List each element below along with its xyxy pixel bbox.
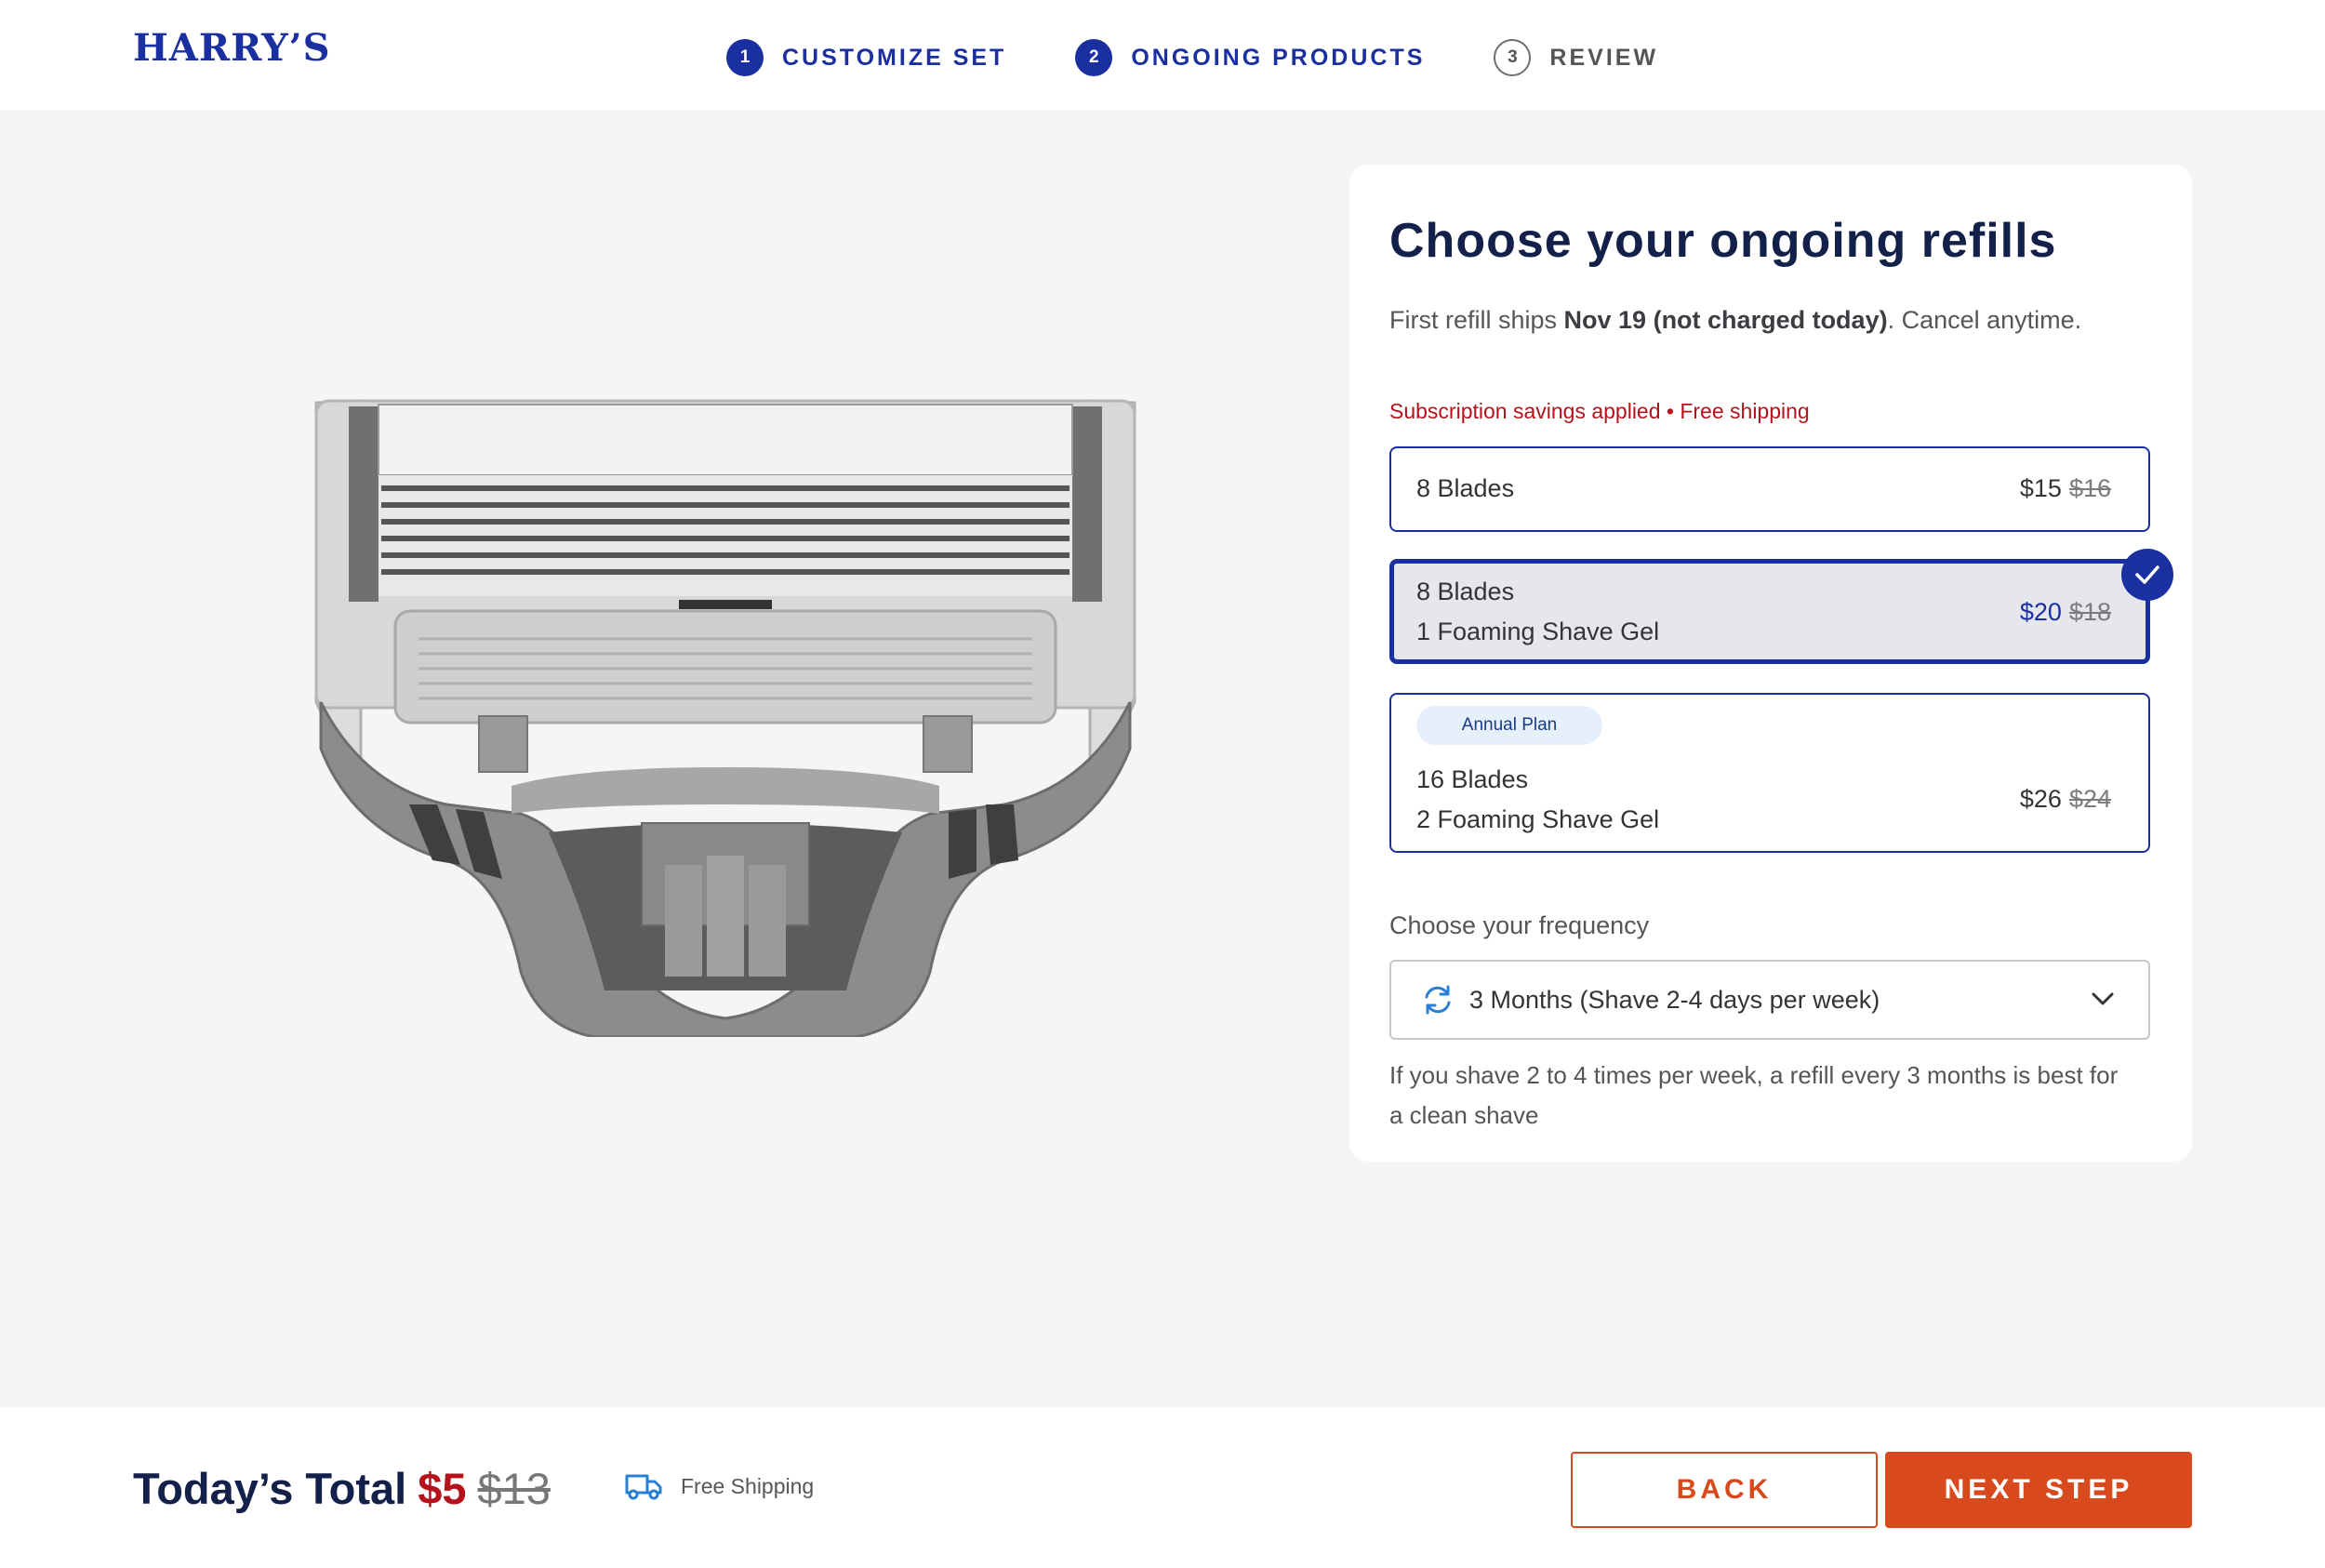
free-shipping-note: Free Shipping: [625, 1472, 814, 1500]
step-review[interactable]: 3 REVIEW: [1494, 39, 1658, 76]
checkout-footer: Today’s Total $5 $13 Free Shipping BACK NE…: [0, 1407, 2325, 1568]
step-label: REVIEW: [1549, 44, 1659, 71]
refill-options-panel: Choose your ongoing refills First refill…: [1349, 165, 2192, 1162]
total-price: $5: [418, 1464, 467, 1513]
next-step-button[interactable]: NEXT STEP: [1885, 1452, 2192, 1528]
ship-date-suffix: . Cancel anytime.: [1887, 306, 2082, 334]
total-label: Today’s Total: [133, 1464, 407, 1513]
option-line-1: 16 Blades: [1416, 765, 1529, 793]
frequency-value: 3 Months (Shave 2-4 days per week): [1469, 986, 1880, 1014]
frequency-help-text: If you shave 2 to 4 times per week, a re…: [1389, 1061, 2119, 1129]
option-price: $26 $24: [2020, 785, 2111, 814]
total-original-price: $13: [477, 1464, 551, 1513]
step-number: 2: [1075, 39, 1113, 76]
step-ongoing-products[interactable]: 2 ONGOING PRODUCTS: [1075, 39, 1425, 76]
annual-plan-badge: Annual Plan: [1416, 706, 1602, 745]
option-price: $15 $16: [2020, 474, 2111, 503]
back-button[interactable]: BACK: [1571, 1452, 1878, 1528]
step-label: ONGOING PRODUCTS: [1131, 44, 1426, 71]
refresh-icon: [1425, 985, 1451, 1015]
razor-cartridge-image: [314, 399, 1136, 1037]
price-original: $16: [2068, 474, 2111, 502]
price-original: $24: [2068, 785, 2111, 813]
truck-icon: [625, 1474, 662, 1500]
shipping-label: Free Shipping: [681, 1473, 815, 1498]
frequency-label: Choose your frequency: [1389, 911, 1650, 939]
refill-option-8-blades-1-gel[interactable]: 8 Blades 1 Foaming Shave Gel $20 $18: [1389, 549, 2173, 664]
refill-option-annual-plan[interactable]: Annual Plan 16 Blades 2 Foaming Shave Ge…: [1389, 693, 2150, 853]
top-bar: HARRY’S 1 CUSTOMIZE SET 2 ONGOING PRODUC…: [0, 0, 2325, 110]
ship-date-prefix: First refill ships: [1389, 306, 1564, 334]
savings-note: Subscription savings applied • Free ship…: [1389, 399, 1810, 423]
todays-total: Today’s Total $5 $13: [133, 1463, 551, 1514]
checkout-steps: 1 CUSTOMIZE SET 2 ONGOING PRODUCTS 3 REV…: [726, 37, 1658, 78]
panel-title: Choose your ongoing refills: [1389, 214, 2057, 268]
price-current: $26: [2019, 785, 2062, 813]
frequency-select[interactable]: 3 Months (Shave 2-4 days per week): [1389, 960, 2150, 1040]
option-line-2: 1 Foaming Shave Gel: [1416, 618, 1660, 645]
ship-date: Nov 19 (not charged today): [1563, 306, 1888, 334]
step-number: 1: [726, 39, 764, 76]
step-customize-set[interactable]: 1 CUSTOMIZE SET: [726, 39, 1006, 76]
price-current: $15: [2019, 474, 2062, 502]
price-original: $18: [2068, 598, 2111, 626]
option-line-1: 8 Blades: [1416, 474, 1515, 502]
price-current: $20: [2019, 598, 2062, 626]
option-line-2: 2 Foaming Shave Gel: [1416, 805, 1660, 833]
step-label: CUSTOMIZE SET: [782, 44, 1007, 71]
option-line-1: 8 Blades: [1416, 578, 1515, 605]
check-icon: [2121, 549, 2173, 601]
option-price: $20 $18: [2020, 598, 2111, 627]
step-number: 3: [1494, 39, 1532, 76]
ship-date-note: First refill ships Nov 19 (not charged t…: [1389, 300, 2096, 339]
chevron-down-icon: [2092, 992, 2114, 1005]
brand-logo[interactable]: HARRY’S: [133, 26, 330, 70]
refill-option-8-blades[interactable]: 8 Blades $15 $16: [1389, 446, 2150, 532]
